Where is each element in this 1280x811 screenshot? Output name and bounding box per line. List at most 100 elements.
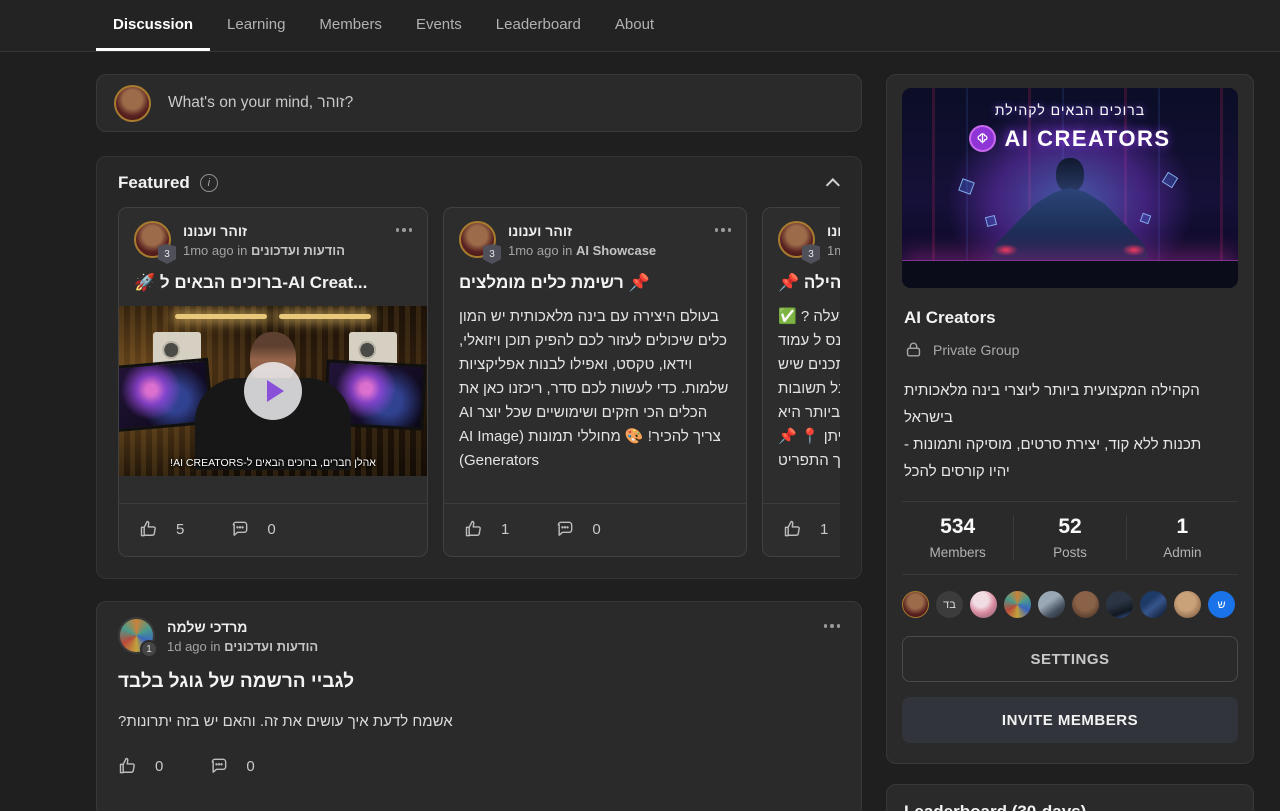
post-meta: 1d ago in הודעות ועדכונים: [167, 639, 318, 654]
tab-events[interactable]: Events: [399, 0, 479, 51]
post-category[interactable]: הודעות ועדכונים: [251, 243, 345, 258]
stat-value: 52: [1014, 515, 1125, 539]
more-options-icon[interactable]: [824, 624, 841, 628]
brain-icon: [969, 125, 996, 152]
featured-cards-row: 3 זוהר וענונו 1mo ago in הודעות ועדכונים…: [118, 207, 840, 557]
post-body: אשמח לדעת איך עושים את זה. והאם יש בזה י…: [118, 710, 840, 734]
member-avatar[interactable]: בד: [936, 591, 963, 618]
author-name[interactable]: מרדכי שלמה: [167, 619, 318, 635]
member-avatar[interactable]: ש: [1208, 591, 1235, 618]
privacy-label: Private Group: [933, 342, 1019, 358]
leaderboard-heading: Leaderboard (30-days): [904, 802, 1236, 811]
lock-icon: [904, 340, 923, 359]
member-avatar[interactable]: [970, 591, 997, 618]
member-avatar[interactable]: [1072, 591, 1099, 618]
member-avatar[interactable]: [1174, 591, 1201, 618]
sidebar: ברוכים הבאים לקהילת AI CREATORS AI Creat…: [886, 74, 1254, 811]
author-name[interactable]: זוהר וענונו: [827, 223, 840, 239]
community-tab-bar: Discussion Learning Members Events Leade…: [0, 0, 1280, 52]
member-avatar[interactable]: [1106, 591, 1133, 618]
studio-light: [175, 314, 267, 319]
member-avatar[interactable]: [1004, 591, 1031, 618]
feed-post: 1 מרדכי שלמה 1d ago in הודעות ועדכונים ל…: [96, 601, 862, 811]
comment-icon: [209, 756, 229, 776]
like-count: 1: [820, 521, 828, 538]
stat-members: 534 Members: [902, 515, 1013, 560]
play-icon[interactable]: [244, 362, 302, 420]
comment-icon: [230, 519, 250, 539]
stat-label: Admin: [1127, 545, 1238, 560]
invite-members-button[interactable]: INVITE MEMBERS: [902, 697, 1238, 743]
banner-desk: [902, 260, 1238, 288]
thumbs-up-icon: [139, 519, 159, 539]
stat-value: 534: [902, 515, 1013, 539]
author-name[interactable]: זוהר וענונו: [508, 223, 656, 239]
author-avatar[interactable]: 1: [118, 617, 155, 654]
post-title[interactable]: 📌 קהילה: [778, 273, 840, 293]
group-privacy: Private Group: [904, 340, 1236, 359]
composer-placeholder: What's on your mind, זוהר?: [168, 94, 353, 112]
post-meta: 1mo ago in הודעות ועדכונים: [183, 243, 345, 258]
like-count: 0: [155, 758, 163, 775]
author-avatar[interactable]: 3: [134, 221, 171, 258]
banner-figure: [994, 244, 1018, 256]
post-composer[interactable]: What's on your mind, זוהר?: [96, 74, 862, 132]
like-button[interactable]: 1: [464, 519, 509, 539]
page-body: What's on your mind, זוהר? Featured i 3: [0, 52, 1280, 811]
post-meta: 1mo ago in AI Showcase: [508, 243, 656, 258]
comment-button[interactable]: 0: [209, 756, 254, 776]
comment-button[interactable]: 0: [230, 519, 275, 539]
video-caption: אהלן חברים, ברוכים הבאים ל-AI CREATORS!: [119, 457, 427, 469]
settings-button[interactable]: SETTINGS: [902, 636, 1238, 682]
post-body: ✅ ? למעלה היכנס ל עמוד התכנים שיש לקבל ת…: [778, 305, 840, 473]
post-body: בעולם היצירה עם בינה מלאכותית יש המון כל…: [459, 305, 731, 473]
comment-button[interactable]: 0: [555, 519, 600, 539]
member-avatar[interactable]: [1038, 591, 1065, 618]
video-thumbnail[interactable]: אהלן חברים, ברוכים הבאים ל-AI CREATORS!: [119, 306, 427, 476]
like-button[interactable]: 5: [139, 519, 184, 539]
member-avatar[interactable]: [902, 591, 929, 618]
comment-count: 0: [246, 758, 254, 775]
like-button[interactable]: 0: [118, 756, 163, 776]
tab-leaderboard[interactable]: Leaderboard: [479, 0, 598, 51]
thumbs-up-icon: [783, 519, 803, 539]
comment-icon: [555, 519, 575, 539]
tab-learning[interactable]: Learning: [210, 0, 302, 51]
post-title[interactable]: רשימת כלים מומלצים 📌: [459, 273, 731, 293]
stat-label: Posts: [1014, 545, 1125, 560]
author-name[interactable]: זוהר וענונו: [183, 223, 345, 239]
banner-brand-text: AI CREATORS: [1004, 126, 1170, 152]
featured-post-card: 3 זוהר וענונו 1mo ago in AI Showcase רשי…: [443, 207, 747, 557]
group-stats: 534 Members 52 Posts 1 Admin: [902, 502, 1238, 575]
comment-count: 0: [592, 521, 600, 538]
group-description: הקהילה המקצועית ביותר ליוצרי בינה מלאכות…: [904, 377, 1236, 485]
more-options-icon[interactable]: [715, 228, 732, 232]
leaderboard-card: Leaderboard (30-days): [886, 784, 1254, 811]
tab-members[interactable]: Members: [302, 0, 399, 51]
tab-discussion[interactable]: Discussion: [96, 0, 210, 51]
banner-figure: [1056, 158, 1084, 192]
post-title[interactable]: 🚀 ברוכים הבאים ל-AI Creat...: [134, 273, 412, 293]
like-button[interactable]: 1: [783, 519, 828, 539]
level-badge: 3: [483, 244, 501, 264]
group-name: AI Creators: [904, 308, 1236, 328]
banner-welcome-text: ברוכים הבאים לקהילת: [902, 102, 1238, 118]
info-icon[interactable]: i: [200, 174, 218, 192]
tab-about[interactable]: About: [598, 0, 671, 51]
featured-section: Featured i 3 זוהר וענונו: [96, 156, 862, 579]
post-category[interactable]: AI Showcase: [576, 243, 656, 258]
member-avatar[interactable]: [1140, 591, 1167, 618]
post-title[interactable]: לגביי הרשמה של גוגל בלבד: [118, 671, 840, 693]
chevron-up-icon[interactable]: [826, 178, 840, 192]
group-info-card: ברוכים הבאים לקהילת AI CREATORS AI Creat…: [886, 74, 1254, 764]
author-avatar[interactable]: 3: [459, 221, 496, 258]
group-banner: ברוכים הבאים לקהילת AI CREATORS: [902, 88, 1238, 288]
featured-heading: Featured: [118, 173, 190, 193]
more-options-icon[interactable]: [396, 228, 413, 232]
like-count: 5: [176, 521, 184, 538]
author-avatar[interactable]: 3: [778, 221, 815, 258]
studio-light: [279, 314, 371, 319]
stat-admin: 1 Admin: [1126, 515, 1238, 560]
main-column: What's on your mind, זוהר? Featured i 3: [96, 74, 862, 811]
post-category[interactable]: הודעות ועדכונים: [224, 639, 318, 654]
